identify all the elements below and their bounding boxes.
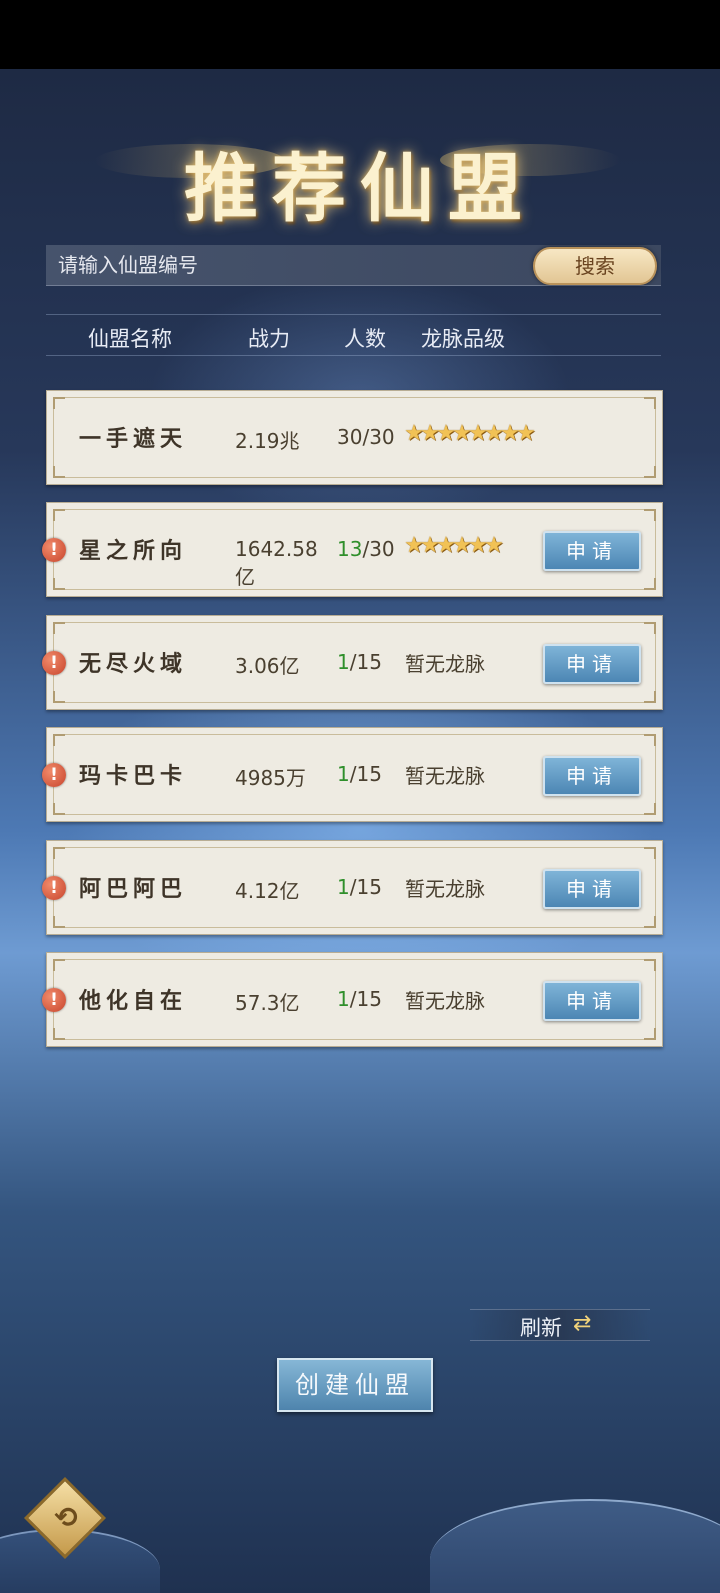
recommended-alliances-screen: 推荐仙盟 搜索 仙盟名称 战力 人数 龙脉品级 一手遮天2.19兆30/30★★… <box>0 69 720 1593</box>
alliance-name: 无尽火域 <box>79 651 188 677</box>
members-current: 30 <box>337 425 363 449</box>
alliance-row[interactable]: ! 阿巴阿巴 4.12亿 1/15 暂无龙脉 申请 <box>42 840 663 935</box>
alliance-members: 1/15 <box>337 987 382 1011</box>
alliance-power: 4.12亿 <box>235 879 300 903</box>
alliance-row[interactable]: ! 玛卡巴卡 4985万 1/15 暂无龙脉 申请 <box>42 727 663 822</box>
alliance-members: 1/15 <box>337 762 382 786</box>
members-max: /15 <box>349 987 382 1011</box>
column-power: 战力 <box>248 327 290 351</box>
alliance-row[interactable]: ! 无尽火域 3.06亿 1/15 暂无龙脉 申请 <box>42 615 663 710</box>
dragon-rank-text: 暂无龙脉 <box>405 989 485 1013</box>
members-current: 13 <box>337 537 363 561</box>
members-max: /15 <box>349 650 382 674</box>
members-current: 1 <box>337 875 350 899</box>
dragon-rank-stars: ★ ★ ★ ★ ★ ★ ★ ★ <box>403 423 536 445</box>
apply-button[interactable]: 申请 <box>543 869 641 909</box>
star-icon: ★ <box>516 421 536 446</box>
dragon-rank-text: 暂无龙脉 <box>405 764 485 788</box>
refresh-button[interactable]: 刷新 ⇄ <box>470 1309 650 1341</box>
members-current: 1 <box>337 650 350 674</box>
alliance-name: 玛卡巴卡 <box>79 763 188 789</box>
apply-button[interactable]: 申请 <box>543 644 641 684</box>
members-max: /15 <box>349 875 382 899</box>
apply-button[interactable]: 申请 <box>543 531 641 571</box>
alliance-power: 1642.58亿 <box>235 537 318 589</box>
alliance-members: 1/15 <box>337 650 382 674</box>
page-title: 推荐仙盟 <box>184 146 536 232</box>
star-icon: ★ <box>484 533 504 558</box>
members-max: /15 <box>349 762 382 786</box>
refresh-icon: ⇄ <box>573 1311 592 1336</box>
members-max: /30 <box>362 537 395 561</box>
exclamation-icon: ! <box>42 876 66 900</box>
members-current: 1 <box>337 987 350 1011</box>
back-emblem-icon: ⟲ <box>54 1501 78 1534</box>
members-current: 1 <box>337 762 350 786</box>
alliance-row[interactable]: ! 他化自在 57.3亿 1/15 暂无龙脉 申请 <box>42 952 663 1047</box>
alliance-row[interactable]: ! 星之所向 1642.58亿 13/30 ★ ★ ★ ★ ★ ★ 申请 <box>42 502 663 597</box>
exclamation-icon: ! <box>42 988 66 1012</box>
members-max: /30 <box>362 425 395 449</box>
refresh-label: 刷新 <box>520 1316 562 1340</box>
apply-button[interactable]: 申请 <box>543 981 641 1021</box>
alliance-power: 2.19兆 <box>235 429 300 453</box>
column-members: 人数 <box>344 327 386 351</box>
exclamation-icon: ! <box>42 651 66 675</box>
alliance-power: 3.06亿 <box>235 654 300 678</box>
status-bar <box>0 0 720 69</box>
alliance-name: 他化自在 <box>79 988 188 1014</box>
column-name: 仙盟名称 <box>88 327 172 351</box>
column-dragon: 龙脉品级 <box>421 327 505 351</box>
dragon-rank-text: 暂无龙脉 <box>405 652 485 676</box>
apply-button[interactable]: 申请 <box>543 756 641 796</box>
decor-cloud-right <box>430 1499 720 1593</box>
alliance-name: 一手遮天 <box>79 426 188 452</box>
dragon-rank-text: 暂无龙脉 <box>405 877 485 901</box>
dragon-rank-stars: ★ ★ ★ ★ ★ ★ <box>403 535 504 557</box>
column-header: 仙盟名称 战力 人数 龙脉品级 <box>46 314 661 356</box>
alliance-members: 1/15 <box>337 875 382 899</box>
alliance-row[interactable]: 一手遮天 2.19兆 30/30 ★ ★ ★ ★ ★ ★ ★ ★ <box>46 390 663 485</box>
alliance-name: 阿巴阿巴 <box>79 876 188 902</box>
alliance-members: 13/30 <box>337 537 395 561</box>
alliance-members: 30/30 <box>337 425 395 449</box>
alliance-power: 4985万 <box>235 766 306 790</box>
alliance-id-input[interactable] <box>58 245 498 285</box>
alliance-name: 星之所向 <box>79 538 188 564</box>
alliance-power: 57.3亿 <box>235 991 300 1015</box>
search-button[interactable]: 搜索 <box>533 247 657 285</box>
create-alliance-button[interactable]: 创建仙盟 <box>277 1358 433 1412</box>
exclamation-icon: ! <box>42 538 66 562</box>
exclamation-icon: ! <box>42 763 66 787</box>
